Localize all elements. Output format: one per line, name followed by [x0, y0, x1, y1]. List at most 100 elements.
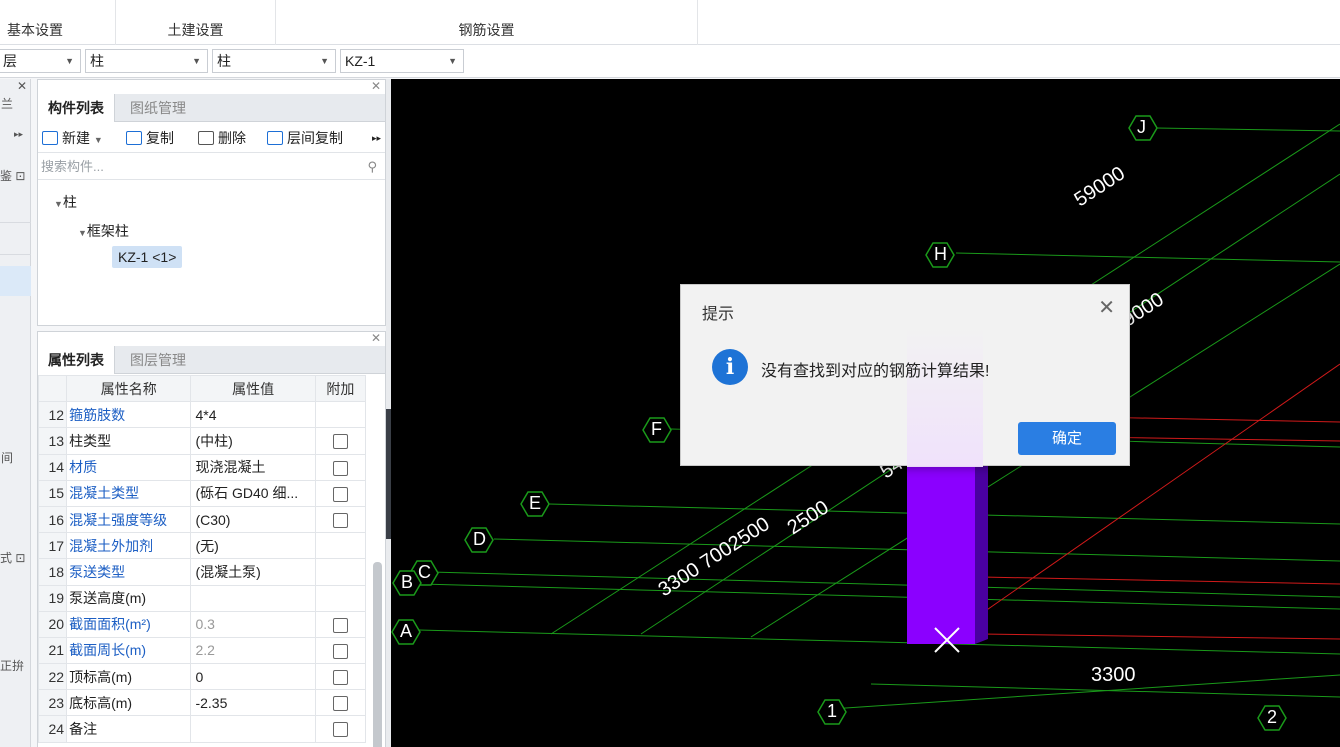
row-num: 19: [38, 584, 68, 612]
type2-select-value: 柱: [217, 53, 231, 69]
extra-checkbox[interactable]: [332, 460, 348, 476]
dim-label-3300: 3300: [1091, 664, 1136, 686]
expand-icon[interactable]: ▸▸: [0, 129, 31, 157]
copy-icon: [267, 131, 283, 145]
close-icon[interactable]: ✕: [371, 332, 381, 345]
prop-value[interactable]: (砾石 GD40 细...: [190, 479, 316, 507]
left-strip-item-5[interactable]: 间: [0, 449, 31, 477]
left-strip-item-4[interactable]: [0, 231, 31, 255]
property-panel-tabs: 属性列表 图层管理: [38, 346, 385, 374]
prop-name: 混凝土类型: [66, 479, 192, 507]
table-row[interactable]: 21 截面周长(m) 2.2: [38, 636, 367, 665]
tab-property-list[interactable]: 属性列表: [38, 346, 115, 374]
vertical-scrollbar[interactable]: [373, 562, 382, 747]
extra-checkbox[interactable]: [332, 617, 348, 633]
prop-value: 0.3: [190, 610, 316, 638]
left-strip-item-7[interactable]: 正拚: [0, 657, 31, 685]
row-num: 24: [38, 715, 68, 743]
left-strip-item-6[interactable]: 式 ⊡: [0, 549, 31, 577]
left-strip-item-selected[interactable]: [0, 266, 31, 296]
prop-value[interactable]: (C30): [190, 505, 316, 534]
copy-button[interactable]: 复制: [126, 128, 174, 148]
extra-cell: [314, 636, 367, 665]
table-row[interactable]: 24 备注: [38, 715, 367, 743]
table-row[interactable]: 20 截面面积(m²) 0.3: [38, 610, 367, 638]
tree-node-frame-column-label: 框架柱: [86, 223, 129, 239]
table-row[interactable]: 23 底标高(m) -2.35: [38, 689, 367, 717]
tree-node-column[interactable]: ▼柱: [54, 192, 77, 212]
copy-icon: [126, 131, 142, 145]
table-row[interactable]: 19 泵送高度(m): [38, 584, 367, 612]
axis-label-h: H: [934, 244, 947, 264]
component-select[interactable]: KZ-1 ▼: [340, 49, 464, 73]
extra-checkbox[interactable]: [332, 696, 348, 712]
ok-button[interactable]: 确定: [1018, 422, 1116, 455]
row-num: 23: [38, 689, 68, 717]
table-row[interactable]: 22 顶标高(m) 0: [38, 663, 367, 691]
extra-checkbox[interactable]: [332, 512, 348, 528]
chevron-down-icon: ▼: [93, 135, 103, 145]
row-num: 13: [38, 427, 68, 455]
table-row[interactable]: 13 柱类型 (中柱): [38, 427, 367, 455]
axis-label-j: J: [1137, 117, 1146, 137]
menu-group-basic[interactable]: 基本设置: [0, 0, 116, 45]
search-icon[interactable]: ⚲: [367, 154, 377, 180]
left-strip-item-2[interactable]: 鉴 ⊡: [0, 167, 31, 195]
col-value-header: 属性值: [190, 374, 316, 403]
chevron-down-icon: ▼: [65, 56, 74, 66]
prop-value[interactable]: (无): [190, 532, 316, 560]
more-icon[interactable]: ▸▸: [372, 128, 381, 148]
chevron-down-icon: ▼: [320, 56, 329, 66]
prop-value[interactable]: -2.35: [190, 689, 316, 717]
dialog-message: 没有查找到对应的钢筋计算结果!: [761, 363, 990, 380]
prop-value[interactable]: 4*4: [190, 401, 316, 429]
prop-value[interactable]: 现浇混凝土: [190, 453, 316, 481]
new-icon: [42, 131, 58, 145]
tab-component-list[interactable]: 构件列表: [38, 94, 115, 122]
extra-checkbox[interactable]: [332, 643, 348, 659]
extra-checkbox[interactable]: [332, 486, 348, 502]
row-num: 21: [38, 636, 68, 665]
info-icon: i: [712, 349, 748, 385]
close-icon[interactable]: ✕: [1098, 295, 1115, 320]
prop-value[interactable]: (中柱): [190, 427, 316, 455]
menu-group-civil[interactable]: 土建设置: [116, 0, 276, 45]
floor-select[interactable]: 层 ▼: [0, 49, 81, 73]
left-strip-item-3[interactable]: [0, 199, 31, 223]
new-button[interactable]: 新建 ▼: [42, 128, 103, 148]
prop-name: 箍筋肢数: [66, 401, 192, 429]
tab-drawing-management[interactable]: 图纸管理: [120, 94, 196, 122]
delete-button[interactable]: 删除: [198, 128, 246, 148]
table-row[interactable]: 17 混凝土外加剂 (无): [38, 532, 367, 560]
tree-node-frame-column[interactable]: ▼框架柱: [78, 221, 129, 241]
extra-checkbox[interactable]: [332, 670, 348, 686]
extra-checkbox[interactable]: [332, 434, 348, 450]
table-row[interactable]: 16 混凝土强度等级 (C30): [38, 505, 367, 534]
menu-group-rebar[interactable]: 钢筋设置: [276, 0, 698, 45]
property-table: 属性名称 属性值 附加 12 箍筋肢数 4*4 13 柱类型 (中柱) 14 材…: [38, 374, 367, 743]
prop-value[interactable]: [190, 715, 316, 743]
type2-select[interactable]: 柱 ▼: [212, 49, 336, 73]
search-input[interactable]: 搜索构件... ⚲: [38, 154, 385, 180]
table-row[interactable]: 14 材质 现浇混凝土: [38, 453, 367, 481]
close-icon[interactable]: ✕: [0, 79, 31, 93]
component-toolbar: 新建 ▼ 复制 删除 层间复制 ▸▸: [38, 123, 385, 153]
table-row[interactable]: 15 混凝土类型 (砾石 GD40 细...: [38, 479, 367, 507]
prop-value[interactable]: 0: [190, 663, 316, 691]
extra-cell: [314, 558, 367, 586]
tab-layer-management[interactable]: 图层管理: [120, 346, 196, 374]
table-row[interactable]: 12 箍筋肢数 4*4: [38, 401, 367, 429]
prop-name: 柱类型: [66, 427, 192, 455]
axis-line-h: [955, 252, 1340, 263]
floor-copy-button[interactable]: 层间复制: [267, 128, 343, 148]
extra-checkbox[interactable]: [332, 722, 348, 738]
chevron-down-icon: ▼: [78, 228, 87, 238]
prop-value[interactable]: (混凝土泵): [190, 558, 316, 586]
axis-label-d: D: [473, 529, 486, 549]
table-row[interactable]: 18 泵送类型 (混凝土泵): [38, 558, 367, 586]
prop-name: 截面周长(m): [66, 636, 192, 665]
type1-select[interactable]: 柱 ▼: [85, 49, 208, 73]
close-icon[interactable]: ✕: [371, 79, 381, 93]
tree-node-kz1[interactable]: KZ-1 <1>: [112, 246, 183, 268]
prop-value[interactable]: [190, 584, 316, 612]
